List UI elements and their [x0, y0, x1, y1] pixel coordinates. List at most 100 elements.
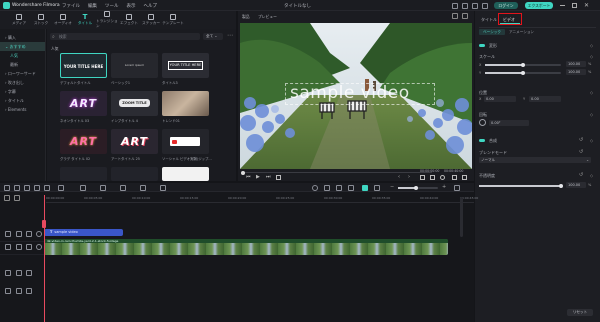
- stop-icon[interactable]: [276, 175, 281, 180]
- scale-x-input[interactable]: 100.00: [566, 61, 586, 67]
- eye-icon[interactable]: [36, 244, 42, 250]
- title-card-default[interactable]: YOUR TITLE HERE: [60, 53, 107, 78]
- menu-tools[interactable]: ツール: [105, 4, 119, 9]
- export-button[interactable]: エクスポート: [525, 2, 553, 9]
- preview-tab-preview[interactable]: プレビュー: [258, 14, 277, 20]
- keyframe-icon[interactable]: ◇: [590, 138, 593, 143]
- title-card-title3[interactable]: YOUR TITLE HERE: [162, 53, 209, 78]
- zoom-out-icon[interactable]: −: [390, 184, 394, 190]
- sidebar-item-latest[interactable]: 最新: [0, 60, 45, 69]
- ai-icon[interactable]: [374, 184, 380, 191]
- tab-effects[interactable]: エフェクト: [118, 11, 140, 29]
- grid-icon[interactable]: [454, 184, 460, 191]
- opacity-slider[interactable]: [479, 185, 561, 187]
- scale-x-knob[interactable]: [521, 62, 525, 67]
- mark-in-icon[interactable]: ‹: [398, 174, 400, 180]
- position-y-input[interactable]: 0.00: [529, 96, 561, 102]
- zoom-knob[interactable]: [414, 185, 418, 190]
- settings-icon[interactable]: [452, 175, 457, 180]
- title-card-social[interactable]: [162, 129, 209, 154]
- reset-icon[interactable]: ↺: [579, 172, 583, 178]
- play-icon[interactable]: ▶: [256, 174, 260, 180]
- eye-icon[interactable]: [36, 231, 42, 237]
- sidebar-item-speech-bubble[interactable]: › 吹き出し: [0, 78, 45, 87]
- delete-icon[interactable]: [44, 184, 50, 191]
- scale-y-knob[interactable]: [521, 70, 525, 75]
- login-button[interactable]: ログイン: [494, 2, 518, 9]
- reset-icon[interactable]: ↺: [579, 137, 583, 143]
- lock-icon[interactable]: [16, 270, 22, 276]
- expand-icon[interactable]: [462, 175, 467, 180]
- tab-media[interactable]: メディア: [8, 11, 30, 29]
- sidebar-item-purchase[interactable]: › 購入: [0, 33, 45, 42]
- rotate-input[interactable]: 0.00°: [489, 119, 529, 126]
- zoom-slider[interactable]: [398, 187, 438, 189]
- keyframe-icon[interactable]: ◇: [590, 90, 593, 95]
- sidebar-item-title[interactable]: › タイトル: [0, 96, 45, 105]
- subtab-basic[interactable]: ベーシック: [479, 29, 505, 35]
- tab-stickers[interactable]: ステッカー: [140, 11, 162, 29]
- sidebar-item-recommended[interactable]: ⌄ おすすめ: [0, 42, 45, 51]
- audio-mute-icon[interactable]: [26, 244, 32, 250]
- title-card-more[interactable]: [111, 167, 158, 181]
- timeline-ruler[interactable]: 00:00:00:00 00:00:05:00 00:00:10:00 00:0…: [46, 195, 478, 203]
- video-clip[interactable]: 4k-video-in-rain-thumbs-yard-2-1-stock-f…: [44, 239, 448, 255]
- audio-mute-icon[interactable]: [26, 231, 32, 237]
- keyframe-icon[interactable]: ◇: [590, 43, 593, 48]
- keyframe-icon[interactable]: ◇: [590, 54, 593, 59]
- zoom-in-icon[interactable]: +: [442, 184, 446, 190]
- step-forward-icon[interactable]: ⏭: [266, 174, 271, 180]
- redo-icon[interactable]: [34, 184, 40, 191]
- tab-stock[interactable]: ストック: [30, 11, 52, 29]
- sidebar-item-popular[interactable]: 人気: [0, 51, 45, 60]
- title-card-trend[interactable]: [162, 91, 209, 116]
- preview-video-frame[interactable]: sample video: [240, 23, 472, 169]
- title-card-art25[interactable]: ART: [111, 129, 158, 154]
- title-clip[interactable]: Tsample video: [44, 229, 123, 236]
- snapshot-icon[interactable]: [430, 175, 435, 180]
- mic-icon[interactable]: [336, 184, 342, 191]
- audio-mute-icon[interactable]: [26, 288, 32, 294]
- tab-templates[interactable]: テンプレート: [162, 11, 184, 29]
- sidebar-item-lower-third[interactable]: › ローワーサード: [0, 69, 45, 78]
- inspector-tab-title[interactable]: タイトル: [481, 17, 497, 23]
- split-icon[interactable]: [4, 184, 10, 191]
- color-icon[interactable]: [120, 184, 126, 191]
- timeline-vscrollbar[interactable]: [460, 197, 463, 237]
- monitor-icon[interactable]: [420, 175, 425, 180]
- tab-transitions[interactable]: トランジション: [96, 11, 118, 29]
- pointer-icon[interactable]: [14, 184, 20, 191]
- position-x-input[interactable]: 0.00: [484, 96, 516, 102]
- reset-button[interactable]: リセット: [567, 309, 593, 316]
- menu-file[interactable]: ファイル: [62, 4, 80, 9]
- title-card-basic[interactable]: Lorem ipsum: [111, 53, 158, 78]
- rotate-dial-icon[interactable]: [479, 119, 486, 126]
- keyframe-icon[interactable]: ◇: [590, 173, 593, 178]
- playhead-handle[interactable]: [42, 220, 46, 228]
- lock-icon[interactable]: [16, 244, 22, 250]
- speed-icon[interactable]: [140, 184, 146, 191]
- sidebar-item-elements[interactable]: › Elements: [0, 105, 45, 114]
- lock-icon[interactable]: [16, 231, 22, 237]
- sidebar-item-subtitles[interactable]: › 字幕: [0, 87, 45, 96]
- title-card-neon[interactable]: ART: [60, 91, 107, 116]
- title-card-zoom[interactable]: ZOOM TITLE: [111, 91, 158, 116]
- maximize-icon[interactable]: [572, 3, 577, 8]
- preview-scrubber[interactable]: [242, 172, 432, 173]
- preview-tab-product[interactable]: 製品: [242, 14, 250, 20]
- menu-help[interactable]: ヘルプ: [144, 4, 158, 9]
- mark-out-icon[interactable]: ›: [408, 174, 410, 180]
- opacity-input[interactable]: 100.00: [566, 182, 586, 188]
- close-icon[interactable]: ✕: [584, 2, 589, 9]
- layout-icon[interactable]: [472, 2, 478, 9]
- blend-mode-select[interactable]: ノーマル ⌄: [479, 157, 591, 163]
- subtab-animation[interactable]: アニメーション: [509, 30, 534, 35]
- render-icon[interactable]: [312, 184, 318, 191]
- title-card-more[interactable]: [60, 167, 107, 181]
- title-card-more[interactable]: [162, 167, 209, 181]
- playhead[interactable]: [44, 195, 45, 322]
- composite-toggle[interactable]: [479, 139, 485, 142]
- text-tool-icon[interactable]: [100, 184, 106, 191]
- menu-view[interactable]: 表示: [127, 4, 136, 9]
- fullscreen-icon[interactable]: [462, 13, 468, 19]
